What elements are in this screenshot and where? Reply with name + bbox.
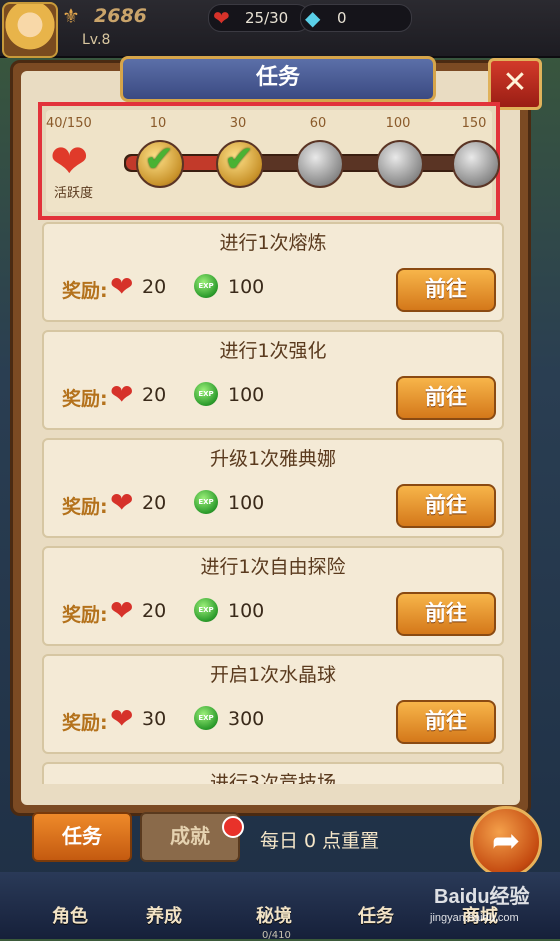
milestone-chest[interactable]	[296, 140, 344, 188]
nav-item-cultivate[interactable]: 养成	[146, 902, 182, 928]
milestone-label: 10	[149, 116, 167, 131]
return-arrow-button[interactable]: ➦	[470, 806, 542, 878]
activity-count: 40/150	[46, 116, 92, 131]
go-button[interactable]: 前往	[396, 376, 496, 420]
player-level: Lv.8	[82, 32, 111, 48]
task-card: 升级1次雅典娜奖励: ❤ 20 EXP 100 前往	[42, 438, 504, 538]
reward-hearts: 20	[142, 492, 167, 514]
go-button[interactable]: 前往	[396, 484, 496, 528]
heart-icon: ❤	[110, 270, 134, 303]
reward-exp: 100	[228, 276, 265, 298]
heart-icon: ❤	[110, 702, 134, 735]
reward-exp: 100	[228, 384, 265, 406]
notification-dot	[222, 816, 244, 838]
check-icon: ✔	[224, 139, 255, 180]
player-avatar[interactable]	[2, 2, 58, 58]
reward-label: 奖励:	[62, 388, 108, 410]
milestone-label: 60	[309, 116, 327, 131]
secret-realm-progress: 0/410	[262, 930, 291, 941]
milestone-chest[interactable]	[376, 140, 424, 188]
reward-hearts: 20	[142, 600, 167, 622]
milestone-chest-claimed[interactable]: ✔	[216, 140, 264, 188]
nav-item-secret-realm[interactable]: 秘境	[256, 902, 292, 928]
exp-orb-icon: EXP	[194, 706, 218, 730]
reward-label: 奖励:	[62, 496, 108, 518]
power-display: ⚜ 2686	[62, 4, 202, 28]
power-value: 2686	[94, 5, 147, 27]
heart-icon: ❤	[110, 378, 134, 411]
watermark-url: jingyan.baidu.com	[430, 912, 519, 924]
watermark: Baidu经验 jingyan.baidu.com	[428, 880, 558, 938]
task-title: 进行1次强化	[219, 340, 327, 362]
task-card: 进行3次竞技场	[42, 762, 504, 784]
task-title: 进行1次自由探险	[200, 556, 346, 578]
go-button[interactable]: 前往	[396, 592, 496, 636]
task-card: 进行1次强化奖励: ❤ 20 EXP 100 前往	[42, 330, 504, 430]
check-icon: ✔	[144, 139, 175, 180]
exp-orb-icon: EXP	[194, 490, 218, 514]
task-title: 进行3次竞技场	[209, 772, 337, 784]
activity-progress: 40/150 ❤ 活跃度 10 ✔ 30 ✔ 60 100 150	[38, 102, 500, 220]
task-title: 进行1次熔炼	[219, 232, 327, 254]
exp-orb-icon: EXP	[194, 382, 218, 406]
activity-heart-icon: ❤	[50, 134, 89, 188]
milestone-label: 150	[461, 116, 487, 131]
watermark-brand: Baidu经验	[434, 886, 530, 908]
gems-resource[interactable]: ◆ 0	[300, 4, 412, 32]
hearts-value: 25/30	[245, 9, 289, 27]
reward-label: 奖励:	[62, 712, 108, 734]
reward-label: 奖励:	[62, 280, 108, 302]
reward-label: 奖励:	[62, 604, 108, 626]
reward-exp: 300	[228, 708, 265, 730]
task-card: 开启1次水晶球奖励: ❤ 30 EXP 300 前往	[42, 654, 504, 754]
milestone-chest-claimed[interactable]: ✔	[136, 140, 184, 188]
task-list[interactable]: 进行1次熔炼 奖励: ❤ 20 EXP 100 前往 进行1次强化 奖励: ❤ 20 EXP 100 前往…	[42, 222, 504, 784]
task-card: 进行1次自由探险奖励: ❤ 20 EXP 100 前往	[42, 546, 504, 646]
exp-orb-icon: EXP	[194, 598, 218, 622]
heart-icon: ❤	[110, 594, 134, 627]
nav-item-character[interactable]: 角色	[52, 902, 88, 928]
go-button[interactable]: 前往	[396, 700, 496, 744]
reward-exp: 100	[228, 600, 265, 622]
panel-title: 任务	[120, 56, 436, 102]
exp-orb-icon: EXP	[194, 274, 218, 298]
gem-icon: ◆	[305, 6, 321, 30]
milestone-label: 100	[385, 116, 411, 131]
gems-value: 0	[337, 9, 347, 27]
heart-icon: ❤	[213, 6, 230, 30]
task-title: 开启1次水晶球	[209, 664, 337, 686]
milestone-chest[interactable]	[452, 140, 500, 188]
tab-tasks[interactable]: 任务	[32, 812, 132, 862]
reward-hearts: 20	[142, 384, 167, 406]
activity-label: 活跃度	[54, 186, 94, 201]
go-button[interactable]: 前往	[396, 268, 496, 312]
hearts-resource[interactable]: ❤ 25/30	[208, 4, 310, 32]
top-status-bar: ⚜ 2686 Lv.8 ❤ 25/30 ◆ 0	[0, 0, 560, 58]
activity-inner: 40/150 ❤ 活跃度 10 ✔ 30 ✔ 60 100 150	[46, 110, 500, 212]
reward-hearts: 30	[142, 708, 167, 730]
reset-text: 每日 0 点重置	[260, 830, 380, 852]
reward-exp: 100	[228, 492, 265, 514]
task-title: 升级1次雅典娜	[209, 448, 337, 470]
nav-item-tasks[interactable]: 任务	[358, 902, 394, 928]
milestone-label: 30	[229, 116, 247, 131]
heart-icon: ❤	[110, 486, 134, 519]
task-card: 进行1次熔炼奖励: ❤ 20 EXP 100 前往	[42, 222, 504, 322]
wing-icon: ⚜	[62, 4, 80, 28]
reward-hearts: 20	[142, 276, 167, 298]
